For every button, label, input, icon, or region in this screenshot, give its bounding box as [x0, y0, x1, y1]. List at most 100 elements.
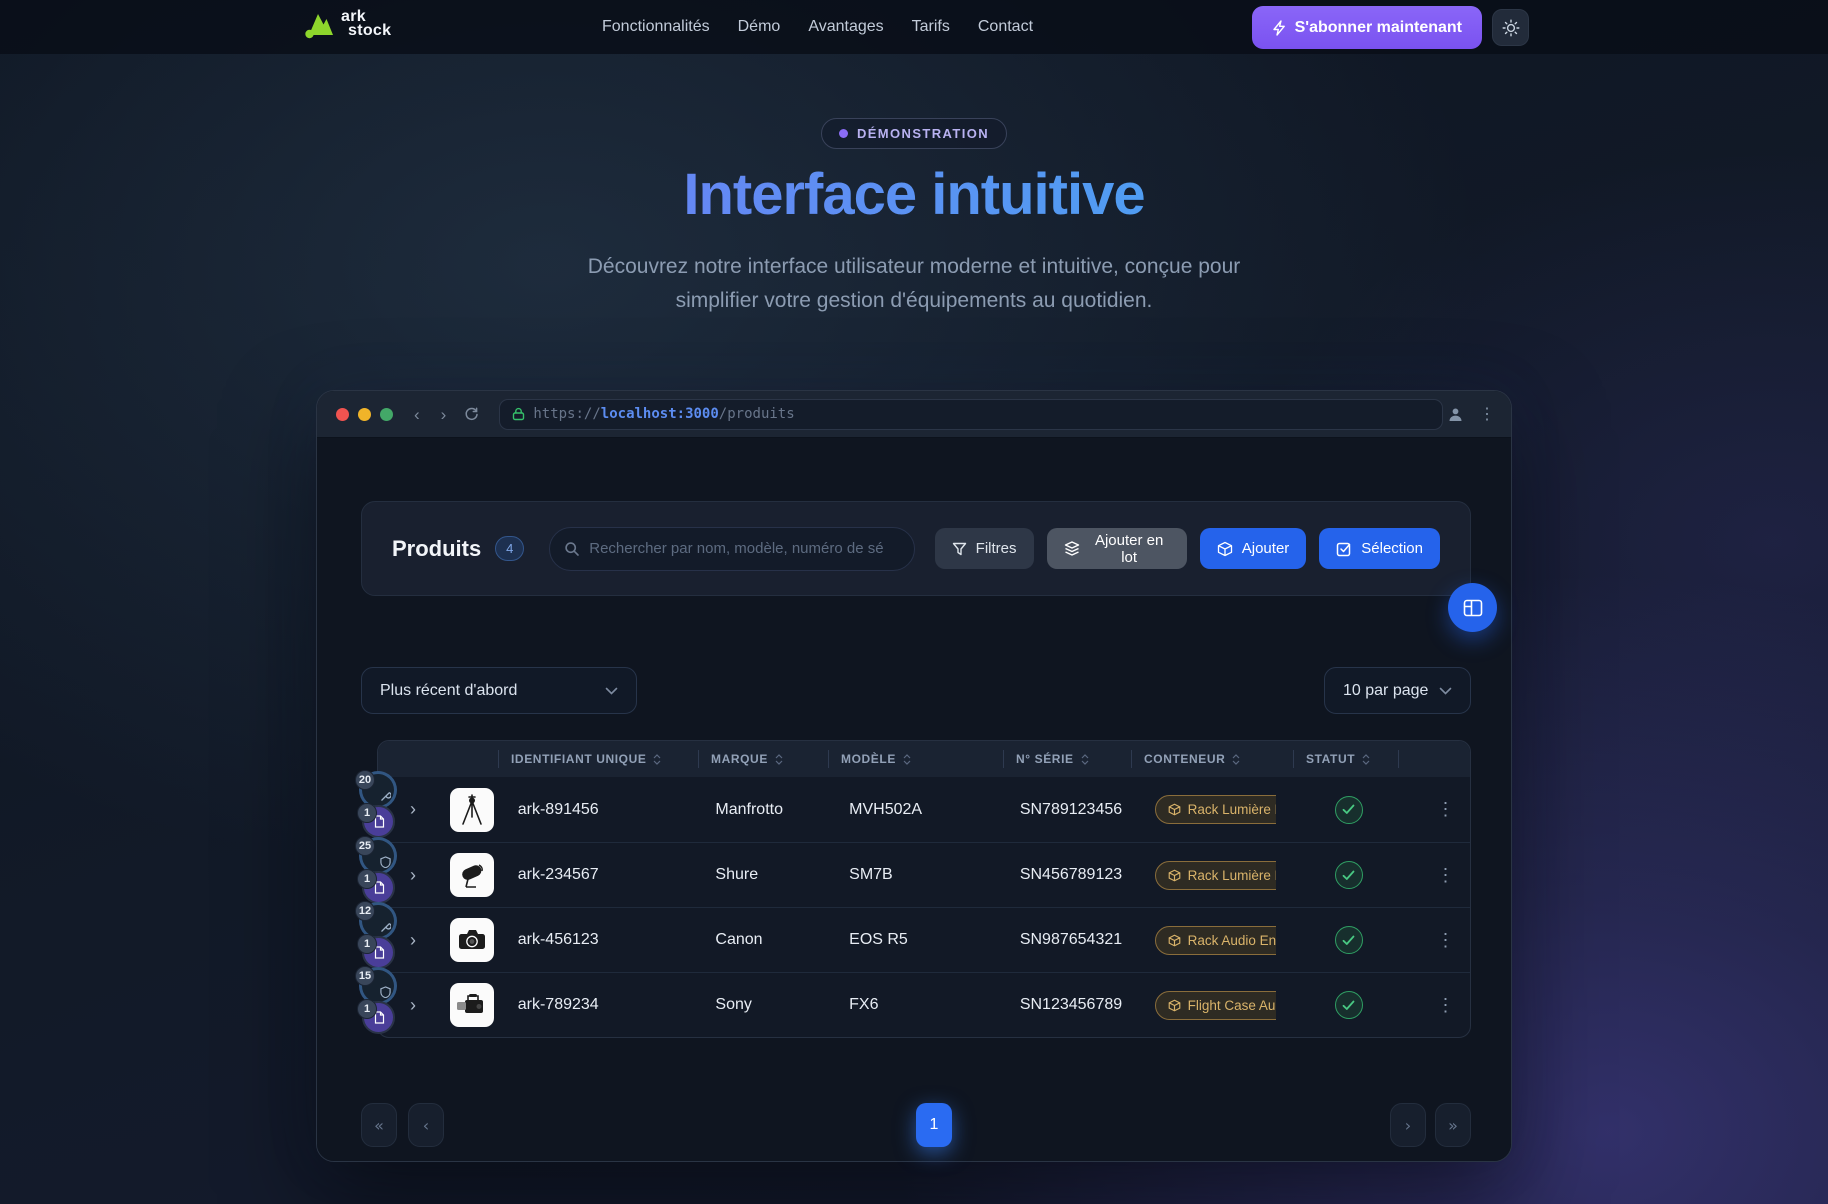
cell-identifiant: ark-456123	[518, 931, 716, 949]
column-header-modele[interactable]: MODÈLE	[828, 750, 1003, 768]
hero-section: DÉMONSTRATION Interface intuitive Découv…	[0, 54, 1828, 318]
funnel-icon	[952, 542, 967, 556]
nav-link-tarifs[interactable]: Tarifs	[912, 18, 950, 36]
sort-icon	[1232, 754, 1240, 765]
check-square-icon	[1336, 541, 1352, 557]
cell-identifiant: ark-891456	[518, 801, 716, 819]
cell-marque: Canon	[715, 931, 849, 949]
pagination: « ‹ 1 › »	[361, 1103, 1471, 1147]
column-header-conteneur[interactable]: CONTENEUR	[1131, 750, 1293, 768]
document-count-badge: 1	[362, 805, 395, 838]
theme-toggle-button[interactable]	[1492, 9, 1529, 46]
close-button[interactable]	[336, 408, 349, 421]
page-subtitle: Découvrez notre interface utilisateur mo…	[564, 250, 1264, 318]
container-chip: Rack Audio Enfan	[1155, 926, 1277, 955]
table-row: 12 1 › ark-456123 Canon EOS R5 SN9876543…	[378, 907, 1470, 972]
lock-icon	[512, 407, 525, 421]
back-icon[interactable]: ‹	[414, 406, 420, 423]
pagination-last-button[interactable]: »	[1435, 1103, 1471, 1147]
brand-logo[interactable]: arkstock	[303, 8, 391, 40]
nav-link-avantages[interactable]: Avantages	[808, 18, 883, 36]
pagination-next-button[interactable]: ›	[1390, 1103, 1426, 1147]
box-icon	[1217, 541, 1233, 557]
container-chip: Rack Lumière Ent	[1155, 795, 1277, 824]
url-bar[interactable]: https://localhost:3000/produits	[499, 399, 1443, 430]
top-navbar: arkstock Fonctionnalités Démo Avantages …	[0, 0, 1828, 54]
cell-modele: FX6	[849, 996, 1020, 1014]
products-count-badge: 4	[495, 536, 524, 561]
demo-badge: DÉMONSTRATION	[821, 118, 1007, 149]
table-row: 20 1 › ark-891456 Manfrotto MVH502A SN78…	[378, 777, 1470, 842]
selection-button[interactable]: Sélection	[1319, 528, 1440, 569]
cell-serie: SN123456789	[1020, 996, 1155, 1014]
shield-icon	[380, 856, 391, 868]
brand-name: arkstock	[341, 10, 391, 38]
nav-links: Fonctionnalités Démo Avantages Tarifs Co…	[602, 0, 1033, 54]
sort-dropdown[interactable]: Plus récent d'abord	[361, 667, 637, 714]
sun-icon	[1502, 19, 1520, 37]
column-header-identifiant[interactable]: IDENTIFIANT UNIQUE	[498, 750, 698, 768]
add-button[interactable]: Ajouter	[1200, 528, 1307, 569]
column-header-serie[interactable]: N° SÉRIE	[1003, 750, 1131, 768]
products-table: IDENTIFIANT UNIQUE MARQUE MODÈLE N° SÉRI…	[377, 740, 1471, 1038]
logo-icon	[303, 8, 337, 40]
product-thumbnail-camera	[450, 918, 494, 962]
pagination-prev-button[interactable]: ‹	[408, 1103, 444, 1147]
row-actions-menu[interactable]: ⋮	[1421, 799, 1470, 820]
per-page-value: 10 par page	[1343, 682, 1428, 700]
page-title: Interface intuitive	[0, 161, 1828, 228]
minimize-button[interactable]	[358, 408, 371, 421]
subscribe-label: S'abonner maintenant	[1295, 19, 1462, 37]
demo-badge-label: DÉMONSTRATION	[857, 126, 989, 141]
badge-dot-icon	[839, 129, 848, 138]
sort-icon	[775, 754, 783, 765]
search-input[interactable]	[589, 540, 899, 557]
sort-icon	[653, 754, 661, 765]
row-quantity-badges: 15 1	[359, 967, 397, 1034]
pagination-current-page[interactable]: 1	[916, 1103, 952, 1147]
sort-icon	[903, 754, 911, 765]
search-icon	[564, 541, 580, 557]
row-quantity-badges: 25 1	[359, 837, 397, 904]
status-ok-icon	[1335, 926, 1363, 954]
forward-icon[interactable]: ›	[441, 406, 447, 423]
sort-icon	[1362, 754, 1370, 765]
container-box-icon	[1168, 999, 1181, 1012]
nav-link-fonctionnalites[interactable]: Fonctionnalités	[602, 18, 710, 36]
browser-menu-icon[interactable]: ⋮	[1479, 404, 1495, 424]
row-actions-menu[interactable]: ⋮	[1421, 865, 1470, 886]
maximize-button[interactable]	[380, 408, 393, 421]
product-thumbnail-microphone	[450, 853, 494, 897]
row-actions-menu[interactable]: ⋮	[1421, 930, 1470, 951]
wrench-icon	[380, 791, 391, 802]
container-box-icon	[1168, 803, 1181, 816]
row-actions-menu[interactable]: ⋮	[1421, 995, 1470, 1016]
product-thumbnail-tripod	[450, 788, 494, 832]
shield-icon	[380, 986, 391, 998]
nav-link-contact[interactable]: Contact	[978, 18, 1033, 36]
per-page-dropdown[interactable]: 10 par page	[1324, 667, 1471, 714]
table-row: 25 1 › ark-234567 Shure SM7B SN456789123…	[378, 842, 1470, 907]
app-content: Produits 4 Filtres Ajouter en lot	[317, 438, 1511, 1161]
url-text: https://localhost:3000/produits	[533, 406, 794, 422]
column-header-statut[interactable]: STATUT	[1293, 750, 1398, 768]
chevron-down-icon	[1439, 687, 1452, 695]
browser-chrome: ‹ › https://localhost:3000/produits ⋮	[317, 391, 1511, 438]
layers-icon	[1064, 541, 1080, 556]
profile-icon[interactable]	[1448, 407, 1463, 422]
bulk-add-button[interactable]: Ajouter en lot	[1047, 528, 1187, 569]
sort-icon	[1081, 754, 1089, 765]
column-header-marque[interactable]: MARQUE	[698, 750, 828, 768]
nav-link-demo[interactable]: Démo	[738, 18, 781, 36]
view-layout-fab[interactable]	[1448, 583, 1497, 632]
window-controls	[336, 408, 393, 421]
subscribe-button[interactable]: S'abonner maintenant	[1252, 6, 1482, 49]
container-chip: Rack Lumière Ent	[1155, 861, 1277, 890]
cell-modele: SM7B	[849, 866, 1020, 884]
pagination-first-button[interactable]: «	[361, 1103, 397, 1147]
cell-modele: EOS R5	[849, 931, 1020, 949]
cell-serie: SN789123456	[1020, 801, 1155, 819]
refresh-icon[interactable]	[464, 407, 479, 422]
filters-button[interactable]: Filtres	[935, 528, 1034, 569]
container-box-icon	[1168, 869, 1181, 882]
